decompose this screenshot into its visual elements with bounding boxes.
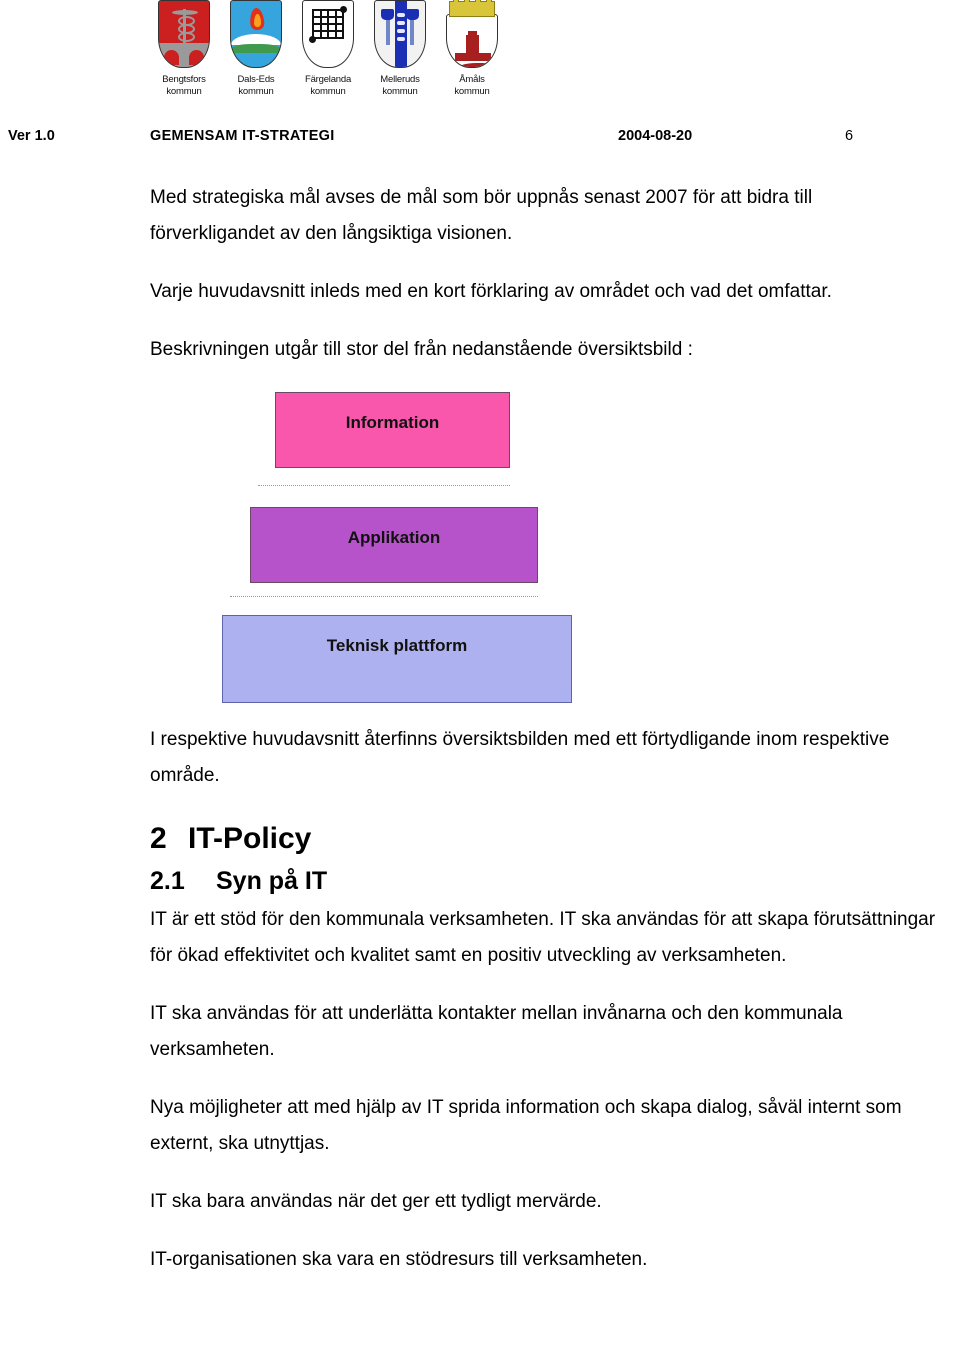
crest-amal: Åmåls kommun — [438, 0, 506, 97]
crest-caption: Melleruds kommun — [380, 74, 420, 97]
paragraph-overview-per-section: I respektive huvudavsnitt återfinns över… — [150, 729, 890, 786]
header-page-number: 6 — [845, 128, 854, 144]
paragraph-overview-image-ref: Beskrivningen utgår till stor del från n… — [150, 339, 693, 360]
crest-caption: Dals-Eds kommun — [237, 74, 275, 97]
crest-fargelanda: Färgelanda kommun — [294, 0, 362, 97]
heading-text: Syn på IT — [216, 867, 328, 895]
header-date: 2004-08-20 — [618, 128, 693, 144]
layer-overview-diagram: Information Applikation Teknisk plattfor… — [150, 386, 940, 716]
mellerud-coat-of-arms-icon — [374, 0, 426, 72]
layer-label: Applikation — [347, 528, 441, 547]
paragraph-it-contacts: IT ska användas för att underlätta konta… — [150, 1003, 843, 1060]
diagram-divider-1 — [258, 485, 510, 486]
amal-coat-of-arms-icon — [446, 0, 498, 72]
document-running-header: Ver 1.0 GEMENSAM IT-STRATEGI 2004-08-20 … — [0, 128, 960, 156]
municipal-crests-strip: Bengtsfors kommun Dals-Eds kommun Färgel… — [150, 0, 510, 115]
crest-mellerud: Melleruds kommun — [366, 0, 434, 97]
paragraph-it-support: IT är ett stöd för den kommunala verksam… — [150, 909, 936, 966]
diagram-layer-teknisk-plattform: Teknisk plattform — [222, 615, 572, 703]
crest-caption: Bengtsfors kommun — [162, 74, 206, 97]
header-document-title: GEMENSAM IT-STRATEGI — [150, 128, 335, 144]
paragraph-strategic-goals: Med strategiska mål avses de mål som bör… — [150, 187, 813, 244]
layer-label: Information — [345, 413, 440, 432]
heading-text: IT-Policy — [188, 822, 312, 855]
crest-caption: Färgelanda kommun — [304, 74, 352, 97]
crest-caption: Åmåls kommun — [454, 74, 490, 97]
heading-number: 2.1 — [150, 867, 185, 895]
header-version: Ver 1.0 — [8, 128, 55, 144]
heading-syn-pa-it: 2.1 Syn på IT — [150, 864, 940, 898]
fargelanda-coat-of-arms-icon — [302, 0, 354, 72]
heading-number: 2 — [150, 822, 167, 855]
heading-it-policy: 2 IT-Policy — [150, 820, 940, 858]
paragraph-clear-added-value: IT ska bara användas när det ger ett tyd… — [150, 1191, 602, 1212]
diagram-divider-2 — [230, 596, 538, 597]
diagram-layer-information: Information — [275, 392, 510, 468]
crest-dals-ed: Dals-Eds kommun — [222, 0, 290, 97]
layer-label: Teknisk plattform — [326, 636, 468, 655]
crest-bengtsfors: Bengtsfors kommun — [150, 0, 218, 97]
diagram-layer-applikation: Applikation — [250, 507, 538, 583]
document-body: Med strategiska mål avses de mål som bör… — [150, 180, 940, 1300]
dals-ed-coat-of-arms-icon — [230, 0, 282, 72]
bengtsfors-coat-of-arms-icon — [158, 0, 210, 72]
paragraph-it-organisation: IT-organisationen ska vara en stödresurs… — [150, 1249, 648, 1270]
paragraph-new-opportunities: Nya möjligheter att med hjälp av IT spri… — [150, 1097, 902, 1154]
paragraph-section-intro: Varje huvudavsnitt inleds med en kort fö… — [150, 281, 832, 302]
